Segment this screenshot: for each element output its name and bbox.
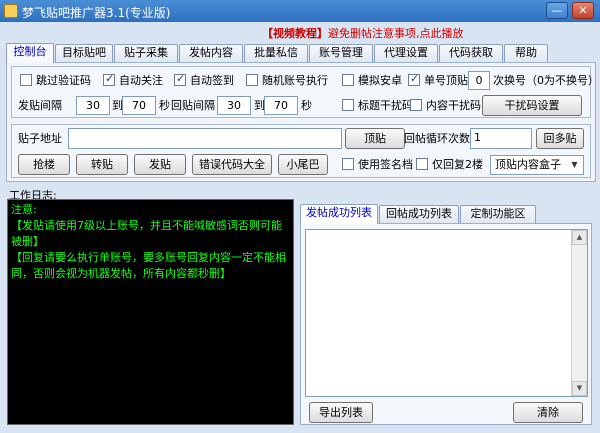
post-interval-min-input[interactable]: 30 [76,96,110,115]
reply-interval-sec-label: 秒 [301,99,312,112]
use-signature-checkbox[interactable]: 使用签名档 [342,157,416,172]
chevron-down-icon: ▼ [571,160,578,169]
post-actions-group: 贴子地址 顶贴 回帖循环次数 1 回多贴 抢楼 转贴 发贴 错误代码大全 小尾巴… [11,124,591,178]
reply-floor2-box [416,158,428,170]
random-account-box [246,74,258,86]
simulate-android-box [342,74,354,86]
reply-interval-min-input[interactable]: 30 [217,96,251,115]
export-list-button[interactable]: 导出列表 [309,402,373,423]
scroll-down-icon[interactable]: ▼ [572,381,587,396]
tab-account-management[interactable]: 账号管理 [309,44,373,62]
tab-console[interactable]: 控制台 [6,43,54,63]
worklog-line: 【发贴请使用7级以上账号，并且不能喊敏感词否则可能被删】 [11,219,282,248]
post-success-list[interactable]: ▲ ▼ [305,229,588,397]
scroll-up-icon[interactable]: ▲ [572,230,587,245]
auto-sign-box [174,72,186,86]
console-panel: 跳过验证码 自动关注 自动签到 随机账号执行 模拟安卓 单号顶贴 0 次换号（0… [6,62,599,182]
tab-post-success-list[interactable]: 发帖成功列表 [300,204,378,224]
tab-post-content[interactable]: 发帖内容 [179,44,243,62]
auto-sign-checkbox[interactable]: 自动签到 [174,72,249,88]
random-account-checkbox[interactable]: 随机账号执行 [246,73,336,88]
worklog-area[interactable]: 注意: 【发贴请使用7级以上账号，并且不能喊敏感词否则可能被删】 【回复请要么执… [7,199,294,425]
minimize-button[interactable]: — [546,2,568,19]
single-top-box [408,72,420,86]
app-logo-icon [4,4,18,18]
video-tutorial-link[interactable]: 【视频教程】避免删帖注意事项,点此播放 [262,25,464,40]
use-signature-box [342,158,354,170]
results-panel: ▲ ▼ 导出列表 清除 [300,223,592,425]
post-address-label: 贴子地址 [18,132,62,145]
main-tabs: 控制台 目标贴吧 贴子采集 发帖内容 批量私信 账号管理 代理设置 代码获取 帮… [6,43,596,63]
reply-interval-label: 回贴间隔 [171,99,215,112]
tab-reply-success-list[interactable]: 回帖成功列表 [379,205,459,223]
tab-custom-features[interactable]: 定制功能区 [460,205,536,223]
title-noise-checkbox[interactable]: 标题干扰码 [342,98,413,113]
simulate-android-checkbox[interactable]: 模拟安卓 [342,73,407,88]
window-title: 梦飞贴吧推广器3.1(专业版) [22,6,171,20]
tab-code-retrieval[interactable]: 代码获取 [439,44,503,62]
worklog-line: 【回复请要么执行单账号，要多账号回复内容一定不能相同，否则会视为机器发帖，所有内… [11,251,286,280]
skip-captcha-checkbox[interactable]: 跳过验证码 [20,73,110,88]
title-noise-box [342,99,354,111]
tab-target-forums[interactable]: 目标贴吧 [55,44,113,62]
skip-captcha-box [20,74,32,86]
tab-help[interactable]: 帮助 [504,44,548,62]
reply-loop-input[interactable]: 1 [470,128,532,149]
results-tabs: 发帖成功列表 回帖成功列表 定制功能区 [300,204,592,224]
post-interval-sec-label: 秒 [159,99,170,112]
post-interval-max-input[interactable]: 70 [122,96,156,115]
multi-reply-button[interactable]: 回多贴 [536,128,584,149]
options-group: 跳过验证码 自动关注 自动签到 随机账号执行 模拟安卓 单号顶贴 0 次换号（0… [11,66,599,118]
video-tutorial-text: 避免删帖注意事项,点此播放 [328,27,464,40]
content-box-value: 顶贴内容盒子 [495,158,561,171]
reply-floor2-checkbox[interactable]: 仅回复2楼 [416,157,486,172]
reply-loop-label: 回帖循环次数 [404,132,470,145]
repost-button[interactable]: 转贴 [76,154,128,175]
send-post-button[interactable]: 发贴 [134,154,186,175]
grab-floor-button[interactable]: 抢楼 [18,154,70,175]
content-box-select[interactable]: 顶贴内容盒子 ▼ [490,155,584,175]
auto-follow-checkbox[interactable]: 自动关注 [103,72,178,88]
title-bar: 梦飞贴吧推广器3.1(专业版) — ✕ [0,0,600,22]
auto-follow-box [103,72,115,86]
video-tutorial-tag: 【视频教程】 [262,27,328,40]
list-scrollbar[interactable]: ▲ ▼ [571,230,587,396]
switch-count-input[interactable]: 0 [468,71,490,90]
worklog-line: 注意: [11,203,37,216]
tab-post-collection[interactable]: 贴子采集 [114,44,178,62]
single-top-checkbox[interactable]: 单号顶贴 [408,72,470,88]
reply-interval-max-input[interactable]: 70 [264,96,298,115]
clear-button[interactable]: 清除 [513,402,583,423]
content-noise-checkbox[interactable]: 内容干扰码 [410,98,481,113]
tail-button[interactable]: 小尾巴 [278,154,328,175]
switch-count-label: 次换号（0为不换号） [493,74,599,87]
tab-proxy-settings[interactable]: 代理设置 [374,44,438,62]
close-button[interactable]: ✕ [572,2,594,19]
content-noise-box [410,99,422,111]
tab-bulk-messages[interactable]: 批量私信 [244,44,308,62]
noise-settings-button[interactable]: 干扰码设置 [482,95,582,116]
post-address-input[interactable] [68,128,342,149]
post-interval-label: 发贴间隔 [18,99,62,112]
top-post-button[interactable]: 顶贴 [345,128,405,149]
error-codes-button[interactable]: 错误代码大全 [192,154,272,175]
